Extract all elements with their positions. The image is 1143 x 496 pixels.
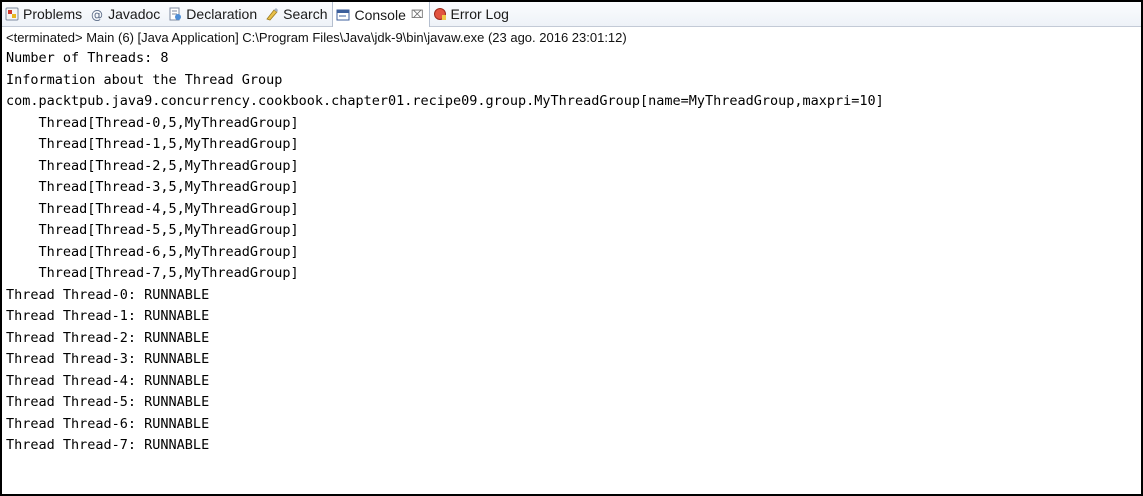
console-line: Thread[Thread-1,5,MyThreadGroup]	[6, 136, 299, 152]
problems-icon	[5, 7, 19, 21]
javadoc-icon: @	[90, 7, 104, 21]
search-icon	[265, 7, 279, 21]
console-line: Thread Thread-1: RUNNABLE	[6, 308, 210, 324]
console-line: Thread[Thread-6,5,MyThreadGroup]	[6, 243, 299, 260]
tab-error-log[interactable]: Error Log	[430, 2, 514, 26]
tab-javadoc[interactable]: @ Javadoc	[87, 2, 165, 26]
console-line: Thread Thread-3: RUNNABLE	[6, 351, 210, 367]
console-line: Thread Thread-2: RUNNABLE	[6, 329, 210, 346]
error-log-icon	[433, 7, 447, 21]
tab-label: Search	[283, 6, 328, 22]
console-view: Problems @ Javadoc Declaration Search Co…	[0, 0, 1143, 496]
console-line: Thread[Thread-4,5,MyThreadGroup]	[6, 200, 299, 217]
tab-problems[interactable]: Problems	[2, 2, 87, 26]
console-output: Number of Threads: 8 Information about th…	[6, 48, 884, 457]
console-line: Thread[Thread-0,5,MyThreadGroup]	[6, 114, 299, 131]
console-line: Thread Thread-0: RUNNABLE	[6, 286, 210, 303]
tab-search[interactable]: Search	[262, 2, 332, 26]
tab-label: Javadoc	[108, 6, 161, 22]
console-line: Thread Thread-7: RUNNABLE	[6, 437, 210, 453]
console-line: Thread Thread-5: RUNNABLE	[6, 394, 210, 410]
console-line: Information about the Thread Group	[6, 71, 283, 88]
close-icon[interactable]: ⌧	[411, 8, 424, 21]
svg-text:@: @	[91, 8, 103, 21]
tab-console[interactable]: Console ⌧	[332, 2, 430, 27]
tab-label: Declaration	[186, 6, 258, 22]
declaration-icon	[168, 7, 182, 21]
console-line: Thread[Thread-5,5,MyThreadGroup]	[6, 222, 299, 238]
console-line: com.packtpub.java9.concurrency.cookbook.…	[6, 93, 884, 109]
view-tab-bar: Problems @ Javadoc Declaration Search Co…	[2, 2, 1141, 27]
console-line: Thread[Thread-2,5,MyThreadGroup]	[6, 157, 299, 174]
console-line: Thread Thread-6: RUNNABLE	[6, 415, 210, 432]
console-status-line: <terminated> Main (6) [Java Application]…	[6, 30, 627, 45]
tab-label: Problems	[23, 6, 83, 22]
tab-declaration[interactable]: Declaration	[165, 2, 262, 26]
tab-label: Console	[354, 6, 406, 23]
console-line: Thread[Thread-3,5,MyThreadGroup]	[6, 179, 299, 195]
tab-label: Error Log	[450, 6, 509, 22]
console-line: Thread Thread-4: RUNNABLE	[6, 372, 210, 389]
console-icon	[336, 8, 350, 22]
console-line: Number of Threads: 8	[6, 50, 169, 66]
console-line: Thread[Thread-7,5,MyThreadGroup]	[6, 265, 299, 281]
